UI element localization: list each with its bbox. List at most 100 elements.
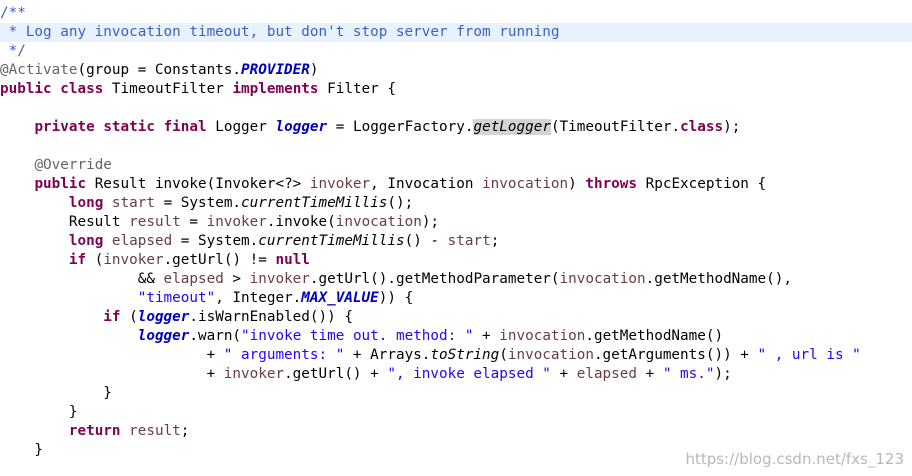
code-token-plain: .getMethodName() [585,328,724,344]
code-token-plain: .getUrl() != [163,252,276,268]
code-token-keyword: private [34,119,95,135]
code-token-plain: RpcException { [637,176,767,192]
code-token-plain: , Integer. [215,290,302,306]
code-token-plain: ; [180,423,190,439]
code-token-local: start [111,195,155,211]
code-token-plain: (); [387,195,414,211]
code-line[interactable]: @Activate(group = Constants.PROVIDER) [0,61,912,80]
code-line[interactable]: long start = System.currentTimeMillis(); [0,194,912,213]
code-token-plain: () - [404,233,448,249]
code-token-plain: (TimeoutFilter. [550,119,681,135]
code-token-keyword: null [275,252,310,268]
code-line[interactable]: + " arguments: " + Arrays.toString(invoc… [0,346,912,365]
code-token-keyword: public [34,176,87,192]
code-line[interactable]: * Log any invocation timeout, but don't … [0,23,912,42]
code-token-local: result [129,214,181,230]
code-token-plain: .getUrl().getMethodParameter( [309,271,560,287]
code-token-plain: ( [86,252,104,268]
code-line[interactable]: logger.warn("invoke time out. method: " … [0,327,912,346]
code-token-plain: = System. [154,195,242,211]
code-token-local: invocation [335,214,422,230]
code-token-plain: + [473,328,500,344]
code-token-string: "timeout" [137,290,216,306]
code-token-plain: TimeoutFilter [103,81,233,97]
code-token-static-field: logger [275,119,328,135]
code-token-static-field: logger [137,309,190,325]
code-token-keyword: class [60,81,104,97]
code-token-plain: ) [568,176,586,192]
code-line[interactable]: if (invoker.getUrl() != null [0,251,912,270]
code-token-keyword: if [103,309,121,325]
code-line[interactable]: && elapsed > invoker.getUrl().getMethodP… [0,270,912,289]
code-editor[interactable]: /** * Log any invocation timeout, but do… [0,0,912,476]
code-line[interactable]: public class TimeoutFilter implements Fi… [0,80,912,99]
code-line[interactable]: "timeout", Integer.MAX_VALUE)) { [0,289,912,308]
code-token-plain: .warn( [189,328,242,344]
code-line[interactable]: Result result = invoker.invoke(invocatio… [0,213,912,232]
code-token-static-constant: MAX_VALUE [301,290,379,306]
code-token-annotation: @Override [34,157,112,173]
code-token-keyword: long [68,195,104,211]
code-line[interactable]: private static final Logger logger = Log… [0,118,912,137]
code-token-plain: .getMethodName(), [645,271,792,287]
code-line[interactable]: public Result invoke(Invoker<?> invoker,… [0,175,912,194]
code-token-string: " arguments: " [223,347,345,363]
code-token-plain: = LoggerFactory. [327,119,474,135]
code-line[interactable] [0,137,912,156]
code-line[interactable]: */ [0,42,912,61]
code-token-plain: ; [490,233,500,249]
code-token-keyword: static [103,119,155,135]
code-line[interactable]: + invoker.getUrl() + ", invoke elapsed "… [0,365,912,384]
code-line[interactable]: @Override [0,156,912,175]
code-token-local: elapsed [163,271,224,287]
code-line[interactable]: if (logger.isWarnEnabled()) { [0,308,912,327]
code-token-plain: ); [714,366,732,382]
code-token-plain: } [0,404,78,420]
code-token-plain: ( [120,309,138,325]
code-token-local: start [447,233,491,249]
code-token-local: invoker [309,176,371,192]
code-token-plain: && [0,271,164,287]
code-line[interactable]: /** [0,4,912,23]
code-token-comment: * Log any invocation timeout, but don't … [0,24,560,40]
code-token-plain: } [0,385,112,401]
code-token-plain: + [0,347,224,363]
code-token-plain: .getUrl() + [284,366,388,382]
code-token-local: invocation [559,271,646,287]
code-token-static-method: currentTimeMillis [258,233,405,249]
code-line[interactable]: return result; [0,422,912,441]
code-token-plain: + [0,366,224,382]
code-token-string: ", invoke elapsed " [387,366,551,382]
code-line[interactable]: } [0,403,912,422]
code-line[interactable]: } [0,384,912,403]
code-token-local: invoker [206,214,267,230]
code-line[interactable] [0,99,912,118]
code-token-local: elapsed [111,233,173,249]
code-token-keyword: final [163,119,207,135]
watermark: https://blog.csdn.net/fxs_123 [685,450,904,468]
code-token-comment: /** [0,5,26,21]
code-token-local: invoker [223,366,285,382]
code-token-plain: ); [723,119,741,135]
code-token-plain: Filter { [318,81,396,97]
code-token-local: invocation [499,328,586,344]
code-token-plain: .invoke( [266,214,336,230]
code-token-keyword: class [680,119,724,135]
code-token-plain: )) { [378,290,414,306]
code-token-plain: } [0,442,44,458]
code-token-keyword: throws [585,176,638,192]
code-token-local: elapsed [576,366,637,382]
code-token-local: invoker [249,271,310,287]
code-line[interactable]: long elapsed = System.currentTimeMillis(… [0,232,912,251]
